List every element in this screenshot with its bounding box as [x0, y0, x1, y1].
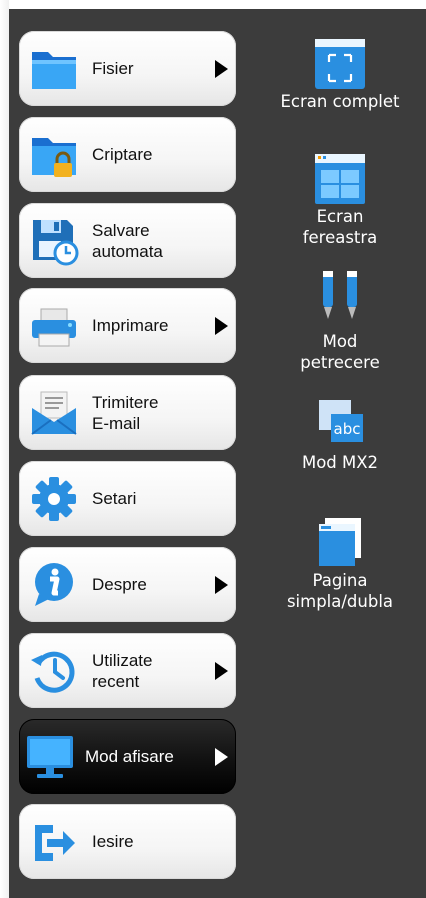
menu-item-iesire[interactable]: Iesire	[19, 804, 236, 879]
pages-icon	[319, 518, 361, 566]
panel-left-edge	[0, 0, 9, 898]
party-mode-icon	[323, 271, 357, 319]
display-option-party[interactable]: Mod petrecere	[255, 267, 425, 373]
menu-item-label: Iesire	[92, 832, 134, 851]
display-option-fullscreen[interactable]: Ecran complet	[255, 37, 425, 112]
autosave-icon	[33, 220, 79, 266]
menu-item-label: Mod afisare	[85, 747, 174, 766]
submenu-arrow-icon	[215, 748, 228, 766]
menu-item-label: Criptare	[92, 145, 153, 164]
display-option-label: Ecran complet	[280, 92, 400, 111]
menu-item-mod-afisare[interactable]: Mod afisare	[19, 719, 236, 794]
menu-item-utilizate-recent[interactable]: Utilizate recent	[19, 633, 236, 708]
menu-item-setari[interactable]: Setari	[19, 461, 236, 536]
monitor-icon	[27, 736, 73, 778]
menu-item-criptare[interactable]: Criptare	[19, 117, 236, 192]
display-option-label: Mod MX2	[301, 453, 379, 472]
fullscreen-icon	[315, 39, 365, 89]
menu-item-label: Trimitere E-mail	[92, 392, 159, 433]
window-icon	[315, 154, 365, 204]
submenu-arrow-icon	[215, 317, 228, 335]
display-option-window[interactable]: Ecran fereastra	[255, 152, 425, 248]
svg-text:abc: abc	[334, 420, 361, 438]
menu-item-label: Utilizate recent	[92, 650, 153, 691]
menu-item-label: Salvare automata	[92, 220, 163, 261]
display-option-mx2[interactable]: abc Mod MX2	[255, 398, 425, 473]
submenu-arrow-icon	[215, 60, 228, 78]
menu-item-salvare-automata[interactable]: Salvare automata	[19, 203, 236, 278]
display-option-label: Ecran fereastra	[302, 207, 378, 247]
submenu-arrow-icon	[215, 576, 228, 594]
menu-item-despre[interactable]: Despre	[19, 547, 236, 622]
envelope-icon	[31, 391, 77, 435]
info-icon	[35, 563, 73, 606]
display-option-label: Pagina simpla/dubla	[286, 571, 394, 611]
abc-icon: abc	[319, 400, 363, 442]
display-option-pages[interactable]: Pagina simpla/dubla	[255, 516, 425, 612]
exit-icon	[35, 825, 75, 861]
menu-item-trimitere-email[interactable]: Trimitere E-mail	[19, 375, 236, 450]
display-option-label: Mod petrecere	[300, 332, 380, 372]
history-icon	[31, 651, 75, 693]
menu-item-imprimare[interactable]: Imprimare	[19, 288, 236, 363]
gear-icon	[32, 477, 76, 521]
menu-item-label: Setari	[92, 489, 137, 508]
menu-item-label: Imprimare	[92, 316, 169, 335]
menu-item-label: Despre	[92, 575, 147, 594]
submenu-arrow-icon	[215, 662, 228, 680]
folder-icon	[32, 52, 76, 89]
menu-item-fisier[interactable]: Fisier	[19, 31, 236, 106]
menu-item-label: Fisier	[92, 59, 134, 78]
locked-folder-icon	[32, 138, 76, 177]
printer-icon	[32, 308, 76, 347]
